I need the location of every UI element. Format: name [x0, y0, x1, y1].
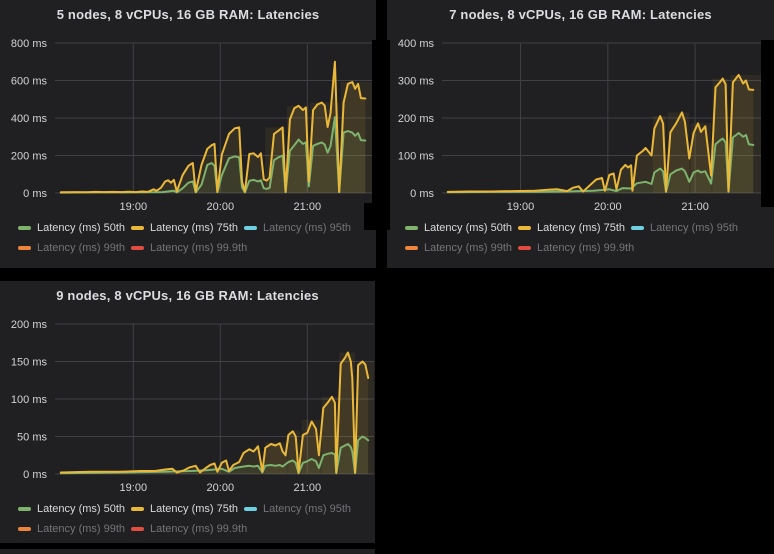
series-color-swatch-icon [244, 507, 257, 511]
crop-mask [364, 203, 390, 230]
svg-text:20:00: 20:00 [207, 482, 235, 494]
legend-item-latency-95th[interactable]: Latency (ms) 95th [244, 503, 357, 515]
panel-title: 9 nodes, 8 vCPUs, 16 GB RAM: Latencies [0, 288, 375, 303]
svg-text:0 ms: 0 ms [23, 188, 47, 200]
legend-item-latency-99th[interactable]: Latency (ms) 99th [405, 242, 518, 254]
series-color-swatch-icon [18, 507, 31, 511]
crop-mask [372, 40, 390, 230]
svg-text:100 ms: 100 ms [11, 394, 48, 406]
svg-text:20:00: 20:00 [207, 201, 235, 213]
legend-label: Latency (ms) 99th [37, 523, 125, 535]
legend-item-latency-50th[interactable]: Latency (ms) 50th [18, 222, 131, 234]
legend-label: Latency (ms) 99th [424, 242, 512, 254]
svg-text:19:00: 19:00 [507, 201, 535, 213]
svg-text:21:00: 21:00 [681, 201, 709, 213]
svg-text:800 ms: 800 ms [11, 38, 48, 50]
legend-label: Latency (ms) 75th [150, 222, 238, 234]
dashboard: 0 ms 200 ms 400 ms 600 ms 800 ms 19:00 20:00 21… [0, 0, 774, 554]
legend-item-latency-95th[interactable]: Latency (ms) 95th [244, 222, 357, 234]
series-color-swatch-icon [18, 226, 31, 230]
series-color-swatch-icon [518, 246, 531, 250]
series-color-swatch-icon [131, 226, 144, 230]
svg-text:150 ms: 150 ms [11, 357, 48, 369]
legend-item-latency-99-9th[interactable]: Latency (ms) 99.9th [131, 523, 244, 535]
legend-label: Latency (ms) 75th [537, 222, 625, 234]
svg-text:0 ms: 0 ms [410, 188, 434, 200]
legend-item-latency-99th[interactable]: Latency (ms) 99th [18, 242, 131, 254]
series-color-swatch-icon [405, 246, 418, 250]
panel-7-nodes: 0 ms 100 ms 200 ms 300 ms 400 ms 19:00 20:00 21… [387, 0, 774, 268]
series-color-swatch-icon [631, 226, 644, 230]
series-color-swatch-icon [131, 507, 144, 511]
svg-text:600 ms: 600 ms [11, 76, 48, 88]
panel-9-nodes: 0 ms 50 ms 100 ms 150 ms 200 ms 19:00 20:00 21:… [0, 281, 375, 543]
series-color-swatch-icon [131, 527, 144, 531]
series-color-swatch-icon [244, 226, 257, 230]
legend: Latency (ms) 50th Latency (ms) 75th Late… [405, 222, 770, 262]
legend-item-latency-99-9th[interactable]: Latency (ms) 99.9th [131, 242, 244, 254]
series-color-swatch-icon [405, 226, 418, 230]
svg-text:200 ms: 200 ms [398, 113, 435, 125]
legend-label: Latency (ms) 75th [150, 503, 238, 515]
svg-text:21:00: 21:00 [294, 201, 322, 213]
legend-item-latency-75th[interactable]: Latency (ms) 75th [131, 222, 244, 234]
legend-label: Latency (ms) 50th [37, 503, 125, 515]
legend-label: Latency (ms) 95th [650, 222, 738, 234]
panel-edge-strip [0, 549, 375, 554]
legend-item-latency-95th[interactable]: Latency (ms) 95th [631, 222, 744, 234]
series-color-swatch-icon [131, 246, 144, 250]
legend-item-latency-75th[interactable]: Latency (ms) 75th [518, 222, 631, 234]
legend-label: Latency (ms) 95th [263, 503, 351, 515]
crop-mask [761, 40, 774, 207]
svg-text:21:00: 21:00 [294, 482, 322, 494]
svg-text:50 ms: 50 ms [17, 432, 47, 444]
legend: Latency (ms) 50th Latency (ms) 75th Late… [18, 222, 372, 262]
svg-text:0 ms: 0 ms [23, 469, 47, 481]
legend-item-latency-50th[interactable]: Latency (ms) 50th [405, 222, 518, 234]
panel-title: 5 nodes, 8 vCPUs, 16 GB RAM: Latencies [0, 7, 376, 22]
legend-label: Latency (ms) 99.9th [150, 523, 247, 535]
svg-text:400 ms: 400 ms [11, 113, 48, 125]
legend-label: Latency (ms) 99.9th [150, 242, 247, 254]
legend-item-latency-99th[interactable]: Latency (ms) 99th [18, 523, 131, 535]
svg-text:19:00: 19:00 [120, 482, 148, 494]
svg-text:400 ms: 400 ms [398, 38, 435, 50]
svg-text:19:00: 19:00 [120, 201, 148, 213]
legend-label: Latency (ms) 50th [37, 222, 125, 234]
series-color-swatch-icon [18, 246, 31, 250]
series-color-swatch-icon [18, 527, 31, 531]
legend: Latency (ms) 50th Latency (ms) 75th Late… [18, 503, 371, 543]
svg-text:100 ms: 100 ms [398, 151, 435, 163]
series-color-swatch-icon [518, 226, 531, 230]
legend-item-latency-99-9th[interactable]: Latency (ms) 99.9th [518, 242, 631, 254]
svg-text:20:00: 20:00 [594, 201, 622, 213]
legend-item-latency-75th[interactable]: Latency (ms) 75th [131, 503, 244, 515]
panel-5-nodes: 0 ms 200 ms 400 ms 600 ms 800 ms 19:00 20:00 21… [0, 0, 376, 268]
panel-title: 7 nodes, 8 vCPUs, 16 GB RAM: Latencies [387, 7, 774, 22]
legend-label: Latency (ms) 50th [424, 222, 512, 234]
svg-text:200 ms: 200 ms [11, 151, 48, 163]
legend-label: Latency (ms) 99th [37, 242, 125, 254]
legend-label: Latency (ms) 99.9th [537, 242, 634, 254]
svg-text:300 ms: 300 ms [398, 76, 435, 88]
legend-item-latency-50th[interactable]: Latency (ms) 50th [18, 503, 131, 515]
legend-label: Latency (ms) 95th [263, 222, 351, 234]
svg-text:200 ms: 200 ms [11, 319, 48, 331]
